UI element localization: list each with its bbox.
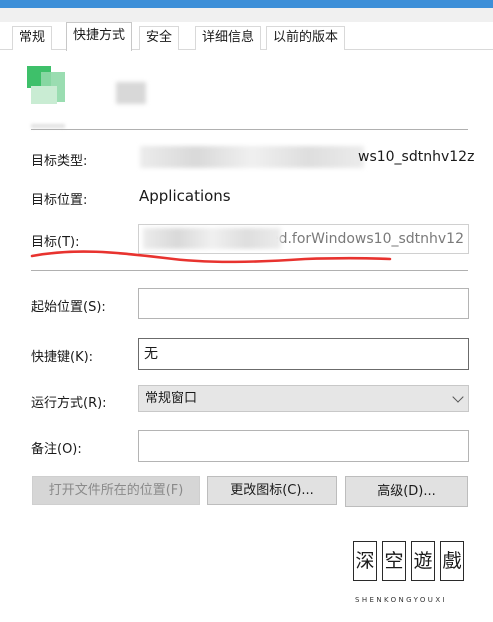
- change-icon-button[interactable]: 更改图标(C)...: [207, 476, 337, 505]
- comment-input[interactable]: [138, 430, 469, 462]
- run-select-value: 常规窗口: [145, 391, 198, 406]
- watermark-char: 遊: [411, 541, 435, 581]
- watermark-subtitle: SHENKONGYOUXI: [355, 596, 447, 604]
- watermark-char: 空: [382, 541, 406, 581]
- chevron-down-icon: [452, 391, 464, 403]
- watermark-char: 深: [353, 541, 377, 581]
- divider-middle: [31, 270, 468, 271]
- shortcut-key-input[interactable]: 无: [138, 338, 469, 370]
- advanced-button[interactable]: 高级(D)...: [345, 476, 468, 507]
- watermark-char: 戲: [440, 541, 464, 581]
- start-in-label: 起始位置(S):: [31, 300, 106, 315]
- watermark-logo: 深 空 遊 戲 SHENKONGYOUXI: [353, 541, 465, 611]
- run-label: 运行方式(R):: [31, 396, 107, 411]
- tab-shortcut[interactable]: 快捷方式: [66, 22, 133, 51]
- shortcut-key-label: 快捷键(K):: [31, 350, 94, 365]
- open-file-location-button[interactable]: 打开文件所在的位置(F): [32, 476, 200, 505]
- comment-label: 备注(O):: [31, 442, 82, 457]
- start-in-input[interactable]: [138, 288, 469, 319]
- run-select[interactable]: 常规窗口: [138, 385, 469, 412]
